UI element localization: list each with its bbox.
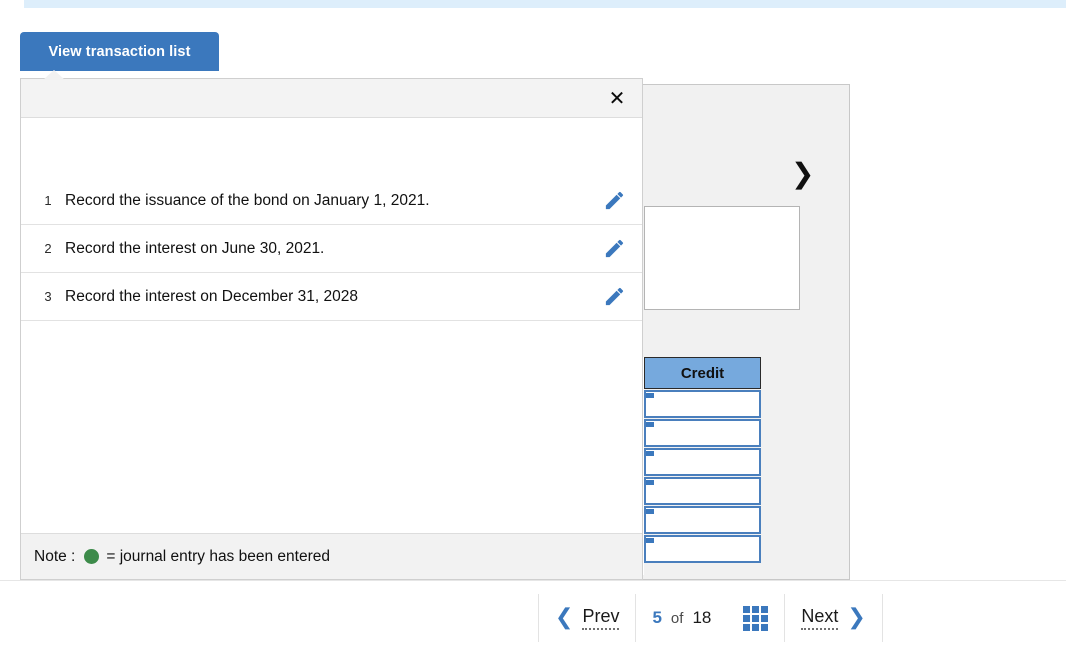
divider [881,594,883,642]
popover-caret-icon [43,70,65,80]
next-label: Next [801,606,839,630]
list-item[interactable]: 2 Record the interest on June 30, 2021. [21,225,642,273]
transaction-number: 3 [44,289,52,304]
credit-column: Credit [644,357,761,563]
list-item[interactable]: 1 Record the issuance of the bond on Jan… [21,177,642,225]
grid-cell [761,605,769,613]
pagination-controls: ❮ Prev 5 of 18 Next ❯ [538,594,883,642]
page-root: entry required" in the first account fie… [0,0,1066,645]
credit-input-cell[interactable] [644,535,761,563]
cell-marker-icon [646,451,654,456]
transaction-number: 2 [44,241,52,256]
pencil-icon[interactable] [586,285,642,308]
chevron-right-icon: ❯ [847,605,866,630]
grid-cell [752,614,760,622]
credit-input-cell[interactable] [644,477,761,505]
current-page-number: 5 [652,608,662,627]
page-grid-button[interactable] [727,594,784,642]
pencil-icon[interactable] [586,189,642,212]
grid-icon[interactable] [743,605,769,631]
transaction-list-popover: ✕ 1 Record the issuance of the bond on J… [20,78,643,580]
page-indicator: 5 of 18 [636,594,727,642]
popover-footer: Note : = journal entry has been entered [21,533,642,579]
transaction-description: Record the interest on June 30, 2021. [65,239,325,257]
view-transaction-list-button[interactable]: View transaction list [20,32,219,71]
credit-input-cell[interactable] [644,390,761,418]
prev-label: Prev [582,606,620,630]
worksheet-input-box[interactable] [644,206,800,310]
list-top-spacer [21,118,642,177]
transaction-list: 1 Record the issuance of the bond on Jan… [21,118,642,533]
credit-column-header: Credit [644,357,761,389]
cell-marker-icon [646,393,654,398]
cell-marker-icon [646,480,654,485]
transaction-description: Record the interest on December 31, 2028 [65,287,358,305]
grid-cell [752,623,760,631]
credit-input-cell[interactable] [644,419,761,447]
cell-marker-icon [646,422,654,427]
note-label: Note : [34,547,76,565]
instruction-banner: entry required" in the first account fie… [24,0,1066,8]
grid-cell [743,623,751,631]
next-button[interactable]: Next ❯ [785,594,881,642]
grid-cell [743,614,751,622]
total-pages-number: 18 [692,608,712,627]
grid-cell [761,623,769,631]
note-text: = journal entry has been entered [106,547,330,565]
transaction-description: Record the issuance of the bond on Janua… [65,191,430,209]
popover-header: ✕ [21,79,642,118]
pencil-icon[interactable] [586,237,642,260]
pagination-bar: ❮ Prev 5 of 18 Next ❯ [0,580,1066,645]
cell-marker-icon [646,538,654,543]
credit-input-cell[interactable] [644,448,761,476]
prev-button[interactable]: ❮ Prev [539,594,635,642]
credit-input-cell[interactable] [644,506,761,534]
list-item[interactable]: 3 Record the interest on December 31, 20… [21,273,642,321]
grid-cell [743,605,751,613]
chevron-right-icon[interactable]: ❯ [791,160,814,188]
cell-marker-icon [646,509,654,514]
chevron-left-icon: ❮ [555,605,574,630]
transaction-number: 1 [44,193,52,208]
page-of-label: of [670,609,684,627]
entered-status-dot-icon [84,549,100,564]
close-icon[interactable]: ✕ [604,85,630,111]
grid-cell [752,605,760,613]
grid-cell [761,614,769,622]
